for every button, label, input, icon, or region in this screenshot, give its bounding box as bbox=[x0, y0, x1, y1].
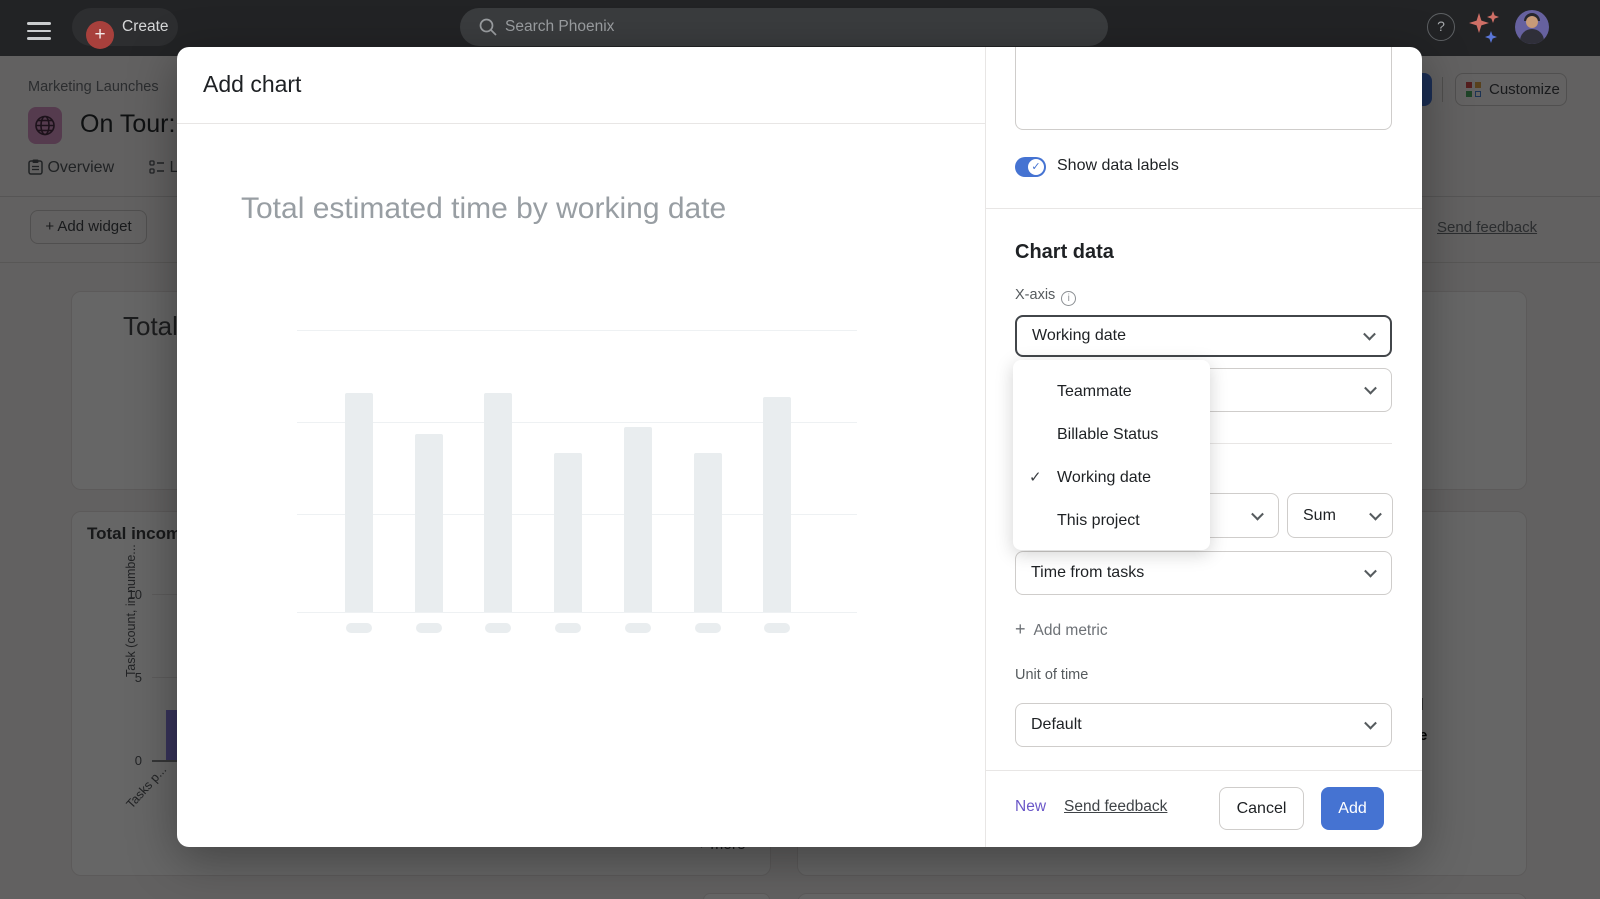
add-metric-label: Add metric bbox=[1034, 622, 1108, 639]
chevron-down-icon bbox=[1251, 507, 1264, 520]
preview-chart-title: Total estimated time by working date bbox=[241, 192, 726, 226]
create-label: Create bbox=[122, 18, 169, 36]
help-button[interactable]: ? bbox=[1427, 13, 1455, 41]
preview-bar bbox=[624, 427, 652, 612]
chevron-down-icon bbox=[1369, 507, 1382, 520]
chevron-down-icon bbox=[1364, 565, 1377, 578]
aggregation-value: Sum bbox=[1303, 507, 1336, 525]
metric-source-value: Time from tasks bbox=[1031, 564, 1144, 582]
preview-x-tick-placeholder bbox=[485, 623, 511, 633]
preview-x-tick-placeholder bbox=[764, 623, 790, 633]
unit-of-time-label: Unit of time bbox=[1015, 667, 1088, 683]
header-divider bbox=[177, 123, 985, 124]
search-input[interactable]: Search Phoenix bbox=[460, 8, 1108, 46]
preview-gridline bbox=[297, 612, 857, 613]
preview-bar bbox=[763, 397, 791, 612]
new-badge: New bbox=[1015, 798, 1046, 816]
modal-send-feedback-link[interactable]: Send feedback bbox=[1064, 798, 1167, 816]
add-button[interactable]: Add bbox=[1321, 787, 1384, 830]
check-icon: ✓ bbox=[1029, 456, 1042, 499]
preview-bar bbox=[415, 434, 443, 612]
preview-x-tick-placeholder bbox=[695, 623, 721, 633]
user-avatar[interactable] bbox=[1515, 10, 1549, 44]
preview-gridline bbox=[297, 330, 857, 331]
menu-item-working-date[interactable]: ✓ Working date bbox=[1013, 456, 1210, 499]
toggle-check-icon: ✓ bbox=[1028, 159, 1044, 175]
cancel-button[interactable]: Cancel bbox=[1219, 787, 1304, 830]
x-axis-value: Working date bbox=[1032, 327, 1126, 345]
hamburger-menu-icon[interactable] bbox=[27, 17, 51, 39]
plus-icon: + bbox=[86, 21, 114, 49]
chevron-down-icon bbox=[1364, 717, 1377, 730]
panel-divider bbox=[985, 47, 986, 847]
preview-bar bbox=[554, 453, 582, 612]
aggregation-select[interactable]: Sum bbox=[1287, 493, 1393, 538]
section-divider bbox=[985, 208, 1422, 209]
preview-bar bbox=[484, 393, 512, 612]
screen: Marketing Launches On Tour: Overview L +… bbox=[0, 0, 1600, 899]
x-axis-dropdown-menu: Teammate Billable Status ✓ Working date … bbox=[1013, 360, 1210, 550]
info-icon: i bbox=[1061, 291, 1076, 306]
show-data-labels-label: Show data labels bbox=[1057, 157, 1179, 175]
chart-data-heading: Chart data bbox=[1015, 241, 1114, 264]
add-metric-button[interactable]: + Add metric bbox=[1015, 619, 1108, 640]
preview-x-tick-placeholder bbox=[416, 623, 442, 633]
show-data-labels-toggle[interactable]: ✓ bbox=[1015, 157, 1046, 177]
preview-x-tick-placeholder bbox=[346, 623, 372, 633]
preview-bar bbox=[694, 453, 722, 612]
x-axis-select[interactable]: Working date bbox=[1015, 315, 1392, 357]
preview-bar bbox=[345, 393, 373, 612]
modal-title: Add chart bbox=[203, 71, 301, 98]
plus-icon: + bbox=[1015, 619, 1026, 639]
search-placeholder: Search Phoenix bbox=[505, 18, 614, 36]
chevron-down-icon bbox=[1364, 382, 1377, 395]
chevron-down-icon bbox=[1363, 328, 1376, 341]
menu-item-this-project[interactable]: This project bbox=[1013, 499, 1210, 542]
search-icon bbox=[478, 17, 498, 37]
menu-item-teammate[interactable]: Teammate bbox=[1013, 370, 1210, 413]
unit-of-time-select[interactable]: Default bbox=[1015, 703, 1392, 747]
add-chart-modal: Add chart × Total estimated time by work… bbox=[177, 47, 1422, 847]
menu-item-billable-status[interactable]: Billable Status bbox=[1013, 413, 1210, 456]
metric-source-select[interactable]: Time from tasks bbox=[1015, 551, 1392, 595]
unit-of-time-value: Default bbox=[1031, 716, 1082, 734]
preview-x-tick-placeholder bbox=[555, 623, 581, 633]
preview-x-tick-placeholder bbox=[625, 623, 651, 633]
create-button[interactable]: + Create bbox=[72, 8, 178, 46]
ai-sparkles-icon[interactable] bbox=[1467, 11, 1503, 45]
x-axis-label: X-axisi bbox=[1015, 287, 1076, 306]
footer-divider bbox=[985, 770, 1422, 771]
scrolled-input-fragment[interactable] bbox=[1015, 47, 1392, 130]
